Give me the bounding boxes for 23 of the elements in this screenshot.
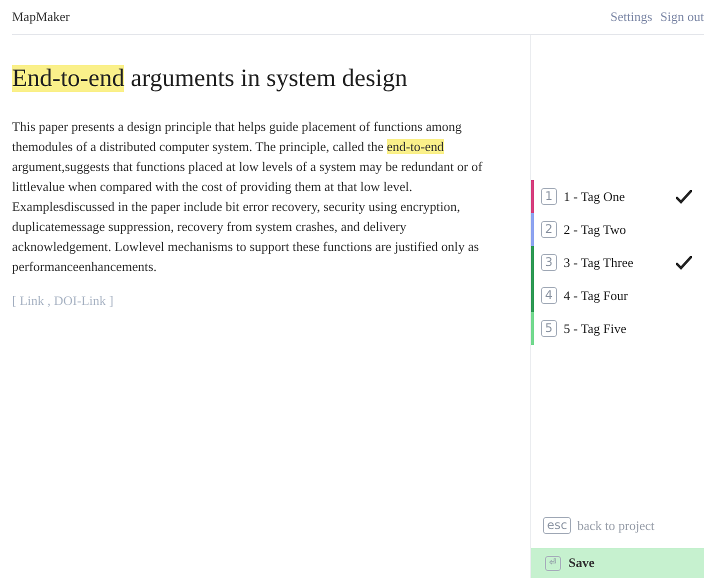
shortcut-key: 2: [541, 221, 557, 238]
tag-label: 3 - Tag Three: [564, 254, 634, 270]
shortcut-key: esc: [543, 517, 572, 534]
app-name: MapMaker: [12, 9, 70, 25]
tag-label: 1 - Tag One: [564, 188, 626, 204]
abstract-text: This paper presents a design principle that helps guide placement of functions among themodules of a distributed computer system. The principle, called the end-to-end argument,suggests that functions placed at low levels of a system may be redundant or of littlevalue when compared with the cost of providing them at that low level. Examplesdiscussed in the paper include bit error recovery, security using encryption, duplicatemessage suppression, recovery from system crashes, and delivery acknowledgement. Lowlevel mechanisms to support these functions are justified only as performanceenhancements.: [12, 118, 484, 276]
tag-label: 5 - Tag Five: [564, 320, 628, 336]
shortcut-key: 5: [541, 320, 557, 337]
shortcut-key: 1: [541, 188, 557, 205]
check-icon: [676, 190, 692, 204]
shortcut-key: 4: [541, 287, 557, 304]
enter-key-icon: ⏎: [545, 556, 561, 570]
tag-label: 2 - Tag Two: [564, 222, 627, 238]
tag-item[interactable]: 2 2 - Tag Two: [531, 213, 704, 246]
tag-item[interactable]: 3 3 - Tag Three: [531, 246, 704, 279]
tag-item[interactable]: 5 5 - Tag Five: [531, 312, 704, 345]
tag-item[interactable]: 1 1 - Tag One: [531, 180, 704, 213]
tag-label: 4 - Tag Four: [564, 288, 629, 304]
paper-title: End-to-end arguments in system design: [12, 65, 408, 93]
check-icon: [676, 256, 692, 270]
tag-item[interactable]: 4 4 - Tag Four: [531, 279, 704, 312]
shortcut-key: 3: [541, 254, 557, 271]
save-button[interactable]: ⏎ Save: [531, 548, 704, 578]
